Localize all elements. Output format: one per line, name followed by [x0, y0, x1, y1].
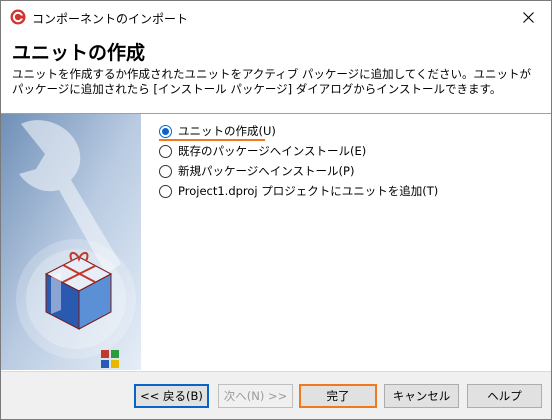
back-button[interactable]: << 戻る(B)	[134, 384, 209, 408]
window-title: コンポーネントのインポート	[32, 12, 189, 26]
radio-install-new-package[interactable]	[159, 164, 172, 178]
button-bar: << 戻る(B) 次へ(N) >> 完了 キャンセル ヘルプ	[1, 371, 551, 419]
option-create-unit-label: ユニットの作成(U)	[178, 124, 276, 138]
finish-button[interactable]: 完了	[299, 384, 377, 408]
wizard-header: ユニットの作成 ユニットを作成するか作成されたユニットをアクティブ パッケージに…	[1, 33, 551, 113]
option-add-to-project-label: Project1.dproj プロジェクトにユニットを追加(T)	[178, 184, 439, 198]
wizard-illustration	[1, 114, 141, 370]
option-install-existing-package[interactable]: 既存のパッケージへインストール(E)	[159, 141, 539, 161]
next-button[interactable]: 次へ(N) >>	[218, 384, 293, 408]
dialog-window: コンポーネントのインポート ユニットの作成 ユニットを作成するか作成されたユニッ…	[0, 0, 552, 420]
cancel-button[interactable]: キャンセル	[384, 384, 459, 408]
option-install-existing-package-label: 既存のパッケージへインストール(E)	[178, 144, 367, 158]
help-button[interactable]: ヘルプ	[467, 384, 542, 408]
radio-install-existing-package[interactable]	[159, 144, 172, 158]
page-description: ユニットを作成するか作成されたユニットをアクティブ パッケージに追加してください…	[12, 67, 531, 96]
radio-add-to-project[interactable]	[159, 184, 172, 198]
app-icon	[10, 9, 26, 25]
option-create-unit[interactable]: ユニットの作成(U)	[159, 121, 539, 141]
page-title: ユニットの作成	[12, 42, 146, 64]
title-bar: コンポーネントのインポート	[1, 1, 551, 33]
option-install-new-package-label: 新規パッケージへインストール(P)	[178, 164, 355, 178]
radio-create-unit[interactable]	[159, 124, 172, 138]
unit-options-group: ユニットの作成(U) 既存のパッケージへインストール(E) 新規パッケージへイン…	[159, 121, 539, 201]
option-install-new-package[interactable]: 新規パッケージへインストール(P)	[159, 161, 539, 181]
close-icon	[522, 11, 534, 23]
close-button[interactable]	[505, 1, 551, 33]
wizard-side-image	[1, 114, 141, 370]
option-add-to-project[interactable]: Project1.dproj プロジェクトにユニットを追加(T)	[159, 181, 539, 201]
